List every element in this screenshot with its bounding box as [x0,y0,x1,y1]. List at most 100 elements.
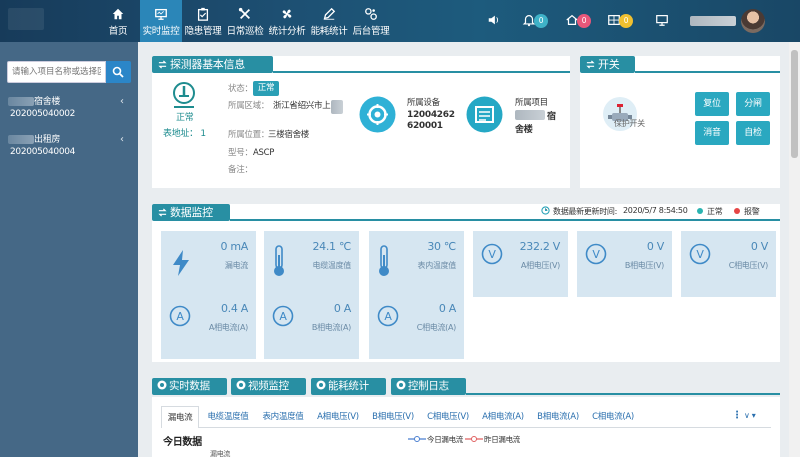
tab-c-current[interactable]: C相电流(A) [587,406,639,428]
tile-value: 0 A [438,302,456,315]
svg-text:A: A [279,310,287,323]
section-underline [230,219,780,221]
legend-today-text: 今日漏电流 [427,435,463,444]
nav-energy[interactable]: 能耗统计 [309,0,349,42]
tab-b-voltage[interactable]: B相电压(V) [367,406,419,428]
tab-leakage[interactable]: 漏电流 [161,406,199,428]
tab-c-voltage[interactable]: C相电压(V) [422,406,474,428]
speaker-icon[interactable] [487,13,501,27]
subtab-video[interactable]: 视频监控 [231,378,306,395]
tile-label: B相电流(A) [311,323,351,332]
sidebar-item-code: 202005040002 [10,109,76,119]
project-redacted [515,110,545,120]
chevron-left-icon[interactable]: ‹ [120,134,124,145]
legend-normal-dot [697,208,703,214]
switch-title-text: 开关 [598,58,620,71]
legend-alarm-text: 报警 [744,207,760,216]
top-bar: 首页 实时监控 隐患管理 日常巡检 统计分析 能耗统计 后台管理 0 0 0 [0,0,800,42]
nav-statistics-label: 统计分析 [268,26,306,37]
location-value: 三楼宿舍楼 [268,130,310,140]
section-underline [466,393,780,395]
section-underline [635,71,780,73]
detector-status-text: 正常 [176,113,194,123]
nav-home[interactable]: 首页 [99,0,137,42]
nav-admin[interactable]: 后台管理 [351,0,391,42]
monitor-section-title: 数据监控 [152,204,230,221]
legend-normal-text: 正常 [707,207,723,216]
protect-switch-label: 保护开关 [614,119,645,128]
amp-icon: A [377,305,399,327]
sidebar-item-name[interactable]: 出租房 [34,134,60,146]
section-underline [273,71,570,73]
grid-badge: 0 [619,14,633,28]
legend-today-marker [408,436,426,442]
meter-address-label: 表地址： [163,129,198,139]
model-value: ASCP [253,148,275,158]
subtab-realtime-data[interactable]: 实时数据 [152,378,227,395]
avatar[interactable] [741,9,765,33]
project-search-input[interactable] [7,61,106,83]
swap-icon [158,208,167,217]
nav-hazard[interactable]: 隐患管理 [183,0,223,42]
tab-meter-temp[interactable]: 表内温度值 [257,406,309,428]
nav-energy-label: 能耗统计 [310,26,348,37]
alerts-badge: 0 [534,14,548,28]
tile-value: 0.4 A [220,302,248,315]
nav-inspection[interactable]: 日常巡检 [225,0,265,42]
swap-icon [158,60,167,69]
nav-home-label: 首页 [108,26,128,37]
tile-a-current: A 0.4 A A相电流(A) [161,293,256,359]
tab-cable-temp[interactable]: 电缆温度值 [202,406,254,428]
clipboard-icon [197,7,209,21]
tile-label: 电缆温度值 [312,261,352,270]
tile-label: A相电流(A) [208,323,248,332]
reset-button[interactable]: 复位 [695,92,729,116]
project-label: 所属项目 [515,98,548,108]
svg-text:V: V [488,248,496,261]
detector-section-title: 探测器基本信息 [152,56,273,73]
tile-label: C相电压(V) [728,261,769,270]
meter-address: 表地址： 1 [163,126,206,139]
screen-icon[interactable] [655,13,669,27]
legend-alarm-dot [734,208,740,214]
fan-icon [282,9,292,19]
state-badge: 正常 [253,81,279,96]
update-time-label: 数据最新更新时间: [553,207,617,216]
chevron-left-icon[interactable]: ‹ [120,96,124,107]
disc-icon [396,380,406,390]
tile-value: 0 V [750,240,768,253]
bolt-icon [173,250,189,276]
volt-icon: V [689,243,711,265]
device-id-1: 12004262 [407,110,455,120]
nav-statistics[interactable]: 统计分析 [267,0,307,42]
home-badge: 0 [577,14,591,28]
svg-text:V: V [592,248,600,261]
trip-button[interactable]: 分闸 [736,92,770,116]
search-button[interactable] [106,61,131,83]
chevron-down-icon[interactable]: ∨ ▾ [744,411,756,420]
tile-label: B相电压(V) [624,261,664,270]
subtab-energy[interactable]: 能耗统计 [311,378,386,395]
tile-leakage-current: 0 mA 漏电流 [161,231,256,297]
nav-realtime-monitor[interactable]: 实时监控 [140,0,182,42]
disc-icon [236,380,246,390]
sidebar-item-name[interactable]: 宿舍楼 [34,96,60,108]
disc-icon [316,380,326,390]
tab-a-voltage[interactable]: A相电压(V) [312,406,364,428]
subtab-control-log[interactable]: 控制日志 [391,378,466,395]
more-vertical-icon[interactable]: ⋮ [732,410,742,421]
self-test-button[interactable]: 自检 [736,121,770,145]
tile-label: C相电流(A) [416,323,457,332]
scrollbar-thumb[interactable] [791,50,798,158]
search-icon [112,66,124,78]
mute-button[interactable]: 消音 [695,121,729,145]
clock-icon [541,206,550,215]
swap-icon [586,60,595,69]
sidebar: 宿舍楼 202005040002 ‹ 出租房 202005040004 ‹ [0,42,138,457]
tab-b-current[interactable]: B相电流(A) [532,406,584,428]
area-label: 所属区域： [228,101,270,111]
pen-icon [323,7,336,20]
tile-a-voltage: V 232.2 V A相电压(V) [473,231,568,297]
tile-c-voltage: V 0 V C相电压(V) [681,231,776,297]
tab-a-current[interactable]: A相电流(A) [477,406,529,428]
